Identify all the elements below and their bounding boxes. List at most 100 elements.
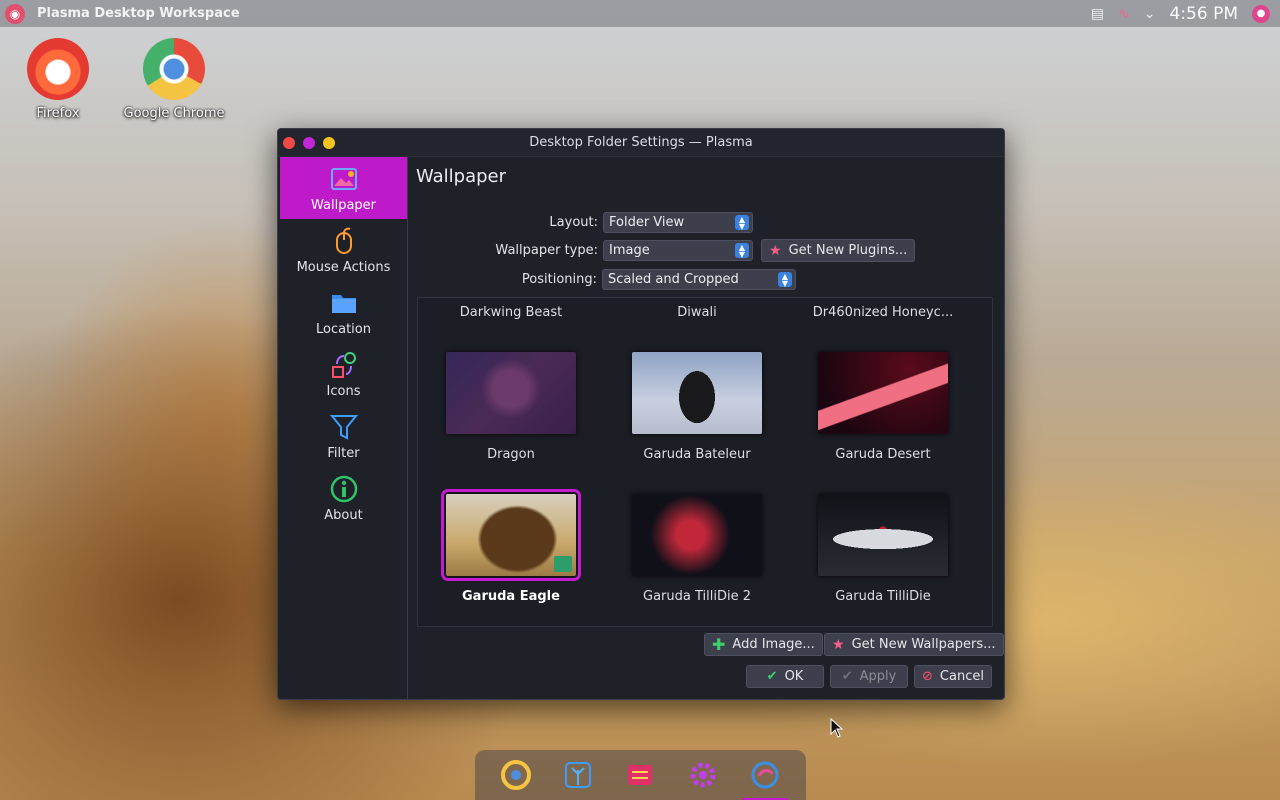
add-image-button[interactable]: ✚ Add Image... — [704, 633, 823, 656]
sidebar-item-label: Mouse Actions — [296, 259, 391, 275]
positioning-value: Scaled and Cropped — [608, 272, 739, 287]
chevron-down-icon[interactable]: ⌄ — [1144, 6, 1156, 22]
audio-icon[interactable]: ∿ — [1118, 6, 1130, 22]
positioning-row: Positioning: Scaled and Cropped ▲ ▼ — [408, 269, 796, 290]
spin-arrows-icon: ▲ ▼ — [778, 272, 792, 287]
settings-window: Desktop Folder Settings — Plasma Wallpap… — [277, 128, 1005, 700]
active-window-title: Plasma Desktop Workspace — [37, 6, 240, 21]
check-icon: ✔ — [841, 669, 853, 684]
mouse-icon — [335, 227, 352, 254]
button-label: Get New Wallpapers... — [851, 637, 996, 652]
desktop-icon-firefox[interactable]: Firefox — [3, 38, 113, 121]
sidebar-item-about[interactable]: About — [280, 467, 407, 529]
positioning-select[interactable]: Scaled and Cropped ▲ ▼ — [602, 269, 796, 290]
get-new-plugins-button[interactable]: ★ Get New Plugins... — [761, 239, 916, 262]
get-new-wallpapers-button[interactable]: ★ Get New Wallpapers... — [824, 633, 1004, 656]
desktop-icon-chrome[interactable]: Google Chrome — [119, 38, 229, 121]
button-label: Apply — [859, 669, 897, 684]
wallpaper-label: Garuda Desert — [835, 447, 931, 462]
dock-item-settings-sliders[interactable] — [623, 758, 657, 792]
garuda-tree-icon — [565, 762, 592, 788]
firefox-icon — [27, 38, 89, 100]
desktop-icon-label: Google Chrome — [123, 106, 225, 121]
wallpaper-icon — [330, 167, 357, 190]
chrome-icon — [501, 760, 532, 790]
plus-icon: ✚ — [712, 635, 726, 654]
dock-item-garuda[interactable] — [741, 758, 788, 800]
button-label: OK — [784, 669, 804, 684]
dock-item-gear[interactable] — [686, 758, 720, 792]
sidebar-item-wallpaper[interactable]: Wallpaper — [280, 157, 407, 219]
sidebar-item-icons[interactable]: Icons — [280, 343, 407, 405]
apply-button[interactable]: ✔ Apply — [830, 665, 908, 688]
button-label: Get New Plugins... — [788, 243, 908, 258]
star-icon: ★ — [769, 242, 782, 259]
gear-icon — [690, 762, 716, 788]
wallpaper-thumb-garuda-bateleur[interactable] — [632, 352, 762, 434]
window-title: Desktop Folder Settings — Plasma — [529, 135, 753, 150]
info-icon — [330, 475, 357, 502]
dock-item-garuda-tree[interactable] — [561, 758, 595, 792]
wallpaper-name-partial[interactable]: Dr460nized Honeyc... — [790, 305, 976, 320]
cancel-button[interactable]: ⊘ Cancel — [914, 665, 992, 688]
wallpaper-label: Garuda TilliDie — [835, 589, 931, 604]
cancel-icon: ⊘ — [922, 669, 933, 684]
wallpaper-label: Garuda Eagle — [462, 589, 560, 604]
filter-icon — [329, 414, 358, 440]
sidebar-item-label: Icons — [326, 383, 361, 399]
spin-arrows-icon: ▲ ▼ — [735, 215, 749, 230]
wallpaper-type-label: Wallpaper type: — [495, 243, 598, 258]
star-icon: ★ — [832, 636, 845, 653]
page-title: Wallpaper — [416, 166, 507, 187]
folder-icon — [331, 294, 356, 313]
wallpaper-label: Garuda Bateleur — [643, 447, 751, 462]
wallpaper-thumb-dragon[interactable] — [446, 352, 576, 434]
sidebar-item-location[interactable]: Location — [280, 281, 407, 343]
wallpaper-grid[interactable]: Darkwing Beast Diwali Dr460nized Honeyc.… — [417, 297, 993, 627]
chrome-icon — [143, 38, 205, 100]
top-panel: ◉ Plasma Desktop Workspace ▤ ∿ ⌄ 4:56 PM… — [0, 0, 1280, 27]
spin-arrows-icon: ▲ ▼ — [735, 243, 749, 258]
wallpaper-type-select[interactable]: Image ▲ ▼ — [603, 240, 753, 261]
layout-value: Folder View — [609, 215, 685, 230]
user-icon[interactable]: ● — [1252, 4, 1270, 23]
desktop-icon-label: Firefox — [36, 106, 80, 121]
check-icon: ✔ — [766, 669, 778, 684]
button-label: Cancel — [939, 669, 984, 684]
wallpaper-name-partial[interactable]: Diwali — [604, 305, 790, 320]
layout-row: Layout: Folder View ▲ ▼ — [408, 212, 753, 233]
garuda-logo-icon[interactable]: ◉ — [5, 3, 25, 24]
layout-label: Layout: — [549, 215, 598, 230]
sidebar-item-filter[interactable]: Filter — [280, 405, 407, 467]
sidebar-item-label: Location — [316, 321, 371, 337]
wallpaper-label: Dragon — [487, 447, 535, 462]
dock — [475, 750, 806, 800]
wallpaper-thumb-garuda-desert[interactable] — [818, 352, 948, 434]
wallpaper-type-row: Wallpaper type: Image ▲ ▼ ★ Get New Plugi… — [408, 239, 916, 262]
settings-sidebar: Wallpaper Mouse Actions Location Icons F… — [280, 157, 408, 699]
folder-icon[interactable] — [554, 556, 572, 572]
positioning-label: Positioning: — [521, 272, 597, 287]
dock-item-chrome[interactable] — [499, 758, 533, 792]
settings-content: Wallpaper Layout: Folder View ▲ ▼ Wallpap… — [408, 157, 1004, 699]
mouse-cursor-icon — [830, 718, 844, 738]
sidebar-item-mouse-actions[interactable]: Mouse Actions — [280, 219, 407, 281]
wallpaper-thumb-garuda-eagle[interactable] — [441, 489, 581, 581]
button-label: Add Image... — [732, 637, 815, 652]
layout-select[interactable]: Folder View ▲ ▼ — [603, 212, 753, 233]
icons-icon — [331, 351, 356, 378]
clock[interactable]: 4:56 PM — [1170, 4, 1239, 24]
wallpaper-name-partial[interactable]: Darkwing Beast — [418, 305, 604, 320]
wallpaper-thumb-garuda-tillidie-2[interactable] — [632, 494, 762, 576]
garuda-icon — [751, 761, 779, 789]
sidebar-item-label: About — [324, 507, 363, 523]
ok-button[interactable]: ✔ OK — [746, 665, 824, 688]
clipboard-icon[interactable]: ▤ — [1091, 6, 1104, 22]
sidebar-item-label: Wallpaper — [310, 197, 377, 213]
wallpaper-thumb-garuda-tillidie[interactable] — [818, 494, 948, 576]
window-titlebar[interactable]: Desktop Folder Settings — Plasma — [278, 129, 1004, 157]
wallpaper-label: Garuda TilliDie 2 — [643, 589, 751, 604]
settings-sliders-icon — [628, 765, 653, 785]
sidebar-item-label: Filter — [327, 445, 360, 461]
system-tray: ▤ ∿ ⌄ 4:56 PM ● — [1091, 0, 1270, 27]
